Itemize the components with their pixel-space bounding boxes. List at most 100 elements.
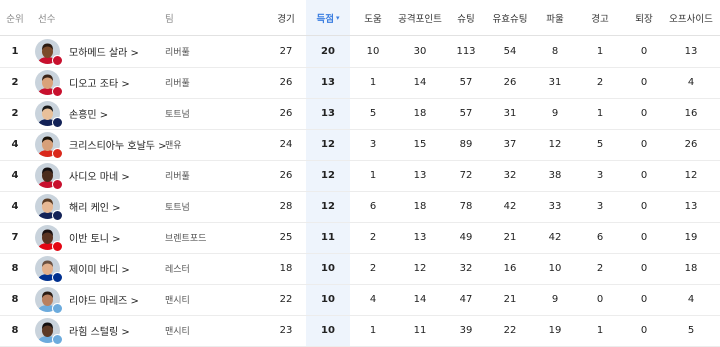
shots-cell: 39: [459, 325, 473, 336]
header-rank[interactable]: 순위: [0, 1, 30, 35]
shots-cell: 78: [459, 201, 473, 212]
player-name-link[interactable]: 손흥민 >: [69, 98, 164, 129]
shots-cell: 32: [459, 263, 473, 274]
team-cell: 토트넘: [165, 203, 190, 213]
yellow-cell: 6: [596, 232, 604, 243]
table-row[interactable]: 4 토트넘 28 12 6 18 78 42 33 3 0 13 해리 케인 >: [0, 191, 720, 223]
offside-cell: 26: [684, 139, 698, 150]
on-target-cell: 26: [503, 77, 517, 88]
goals-cell: 10: [321, 263, 335, 274]
assists-cell: 2: [369, 232, 377, 243]
header-points[interactable]: 공격포인트: [391, 1, 449, 35]
fouls-cell: 42: [548, 232, 562, 243]
goals-cell: 10: [321, 294, 335, 305]
on-target-cell: 16: [503, 263, 517, 274]
fouls-cell: 33: [548, 201, 562, 212]
assists-cell: 6: [369, 201, 377, 212]
team-cell: 리버풀: [165, 79, 190, 89]
player-name-link[interactable]: 디오고 조타 >: [69, 67, 164, 98]
goals-cell: 13: [321, 108, 335, 119]
shots-cell: 72: [459, 170, 473, 181]
player-name-link[interactable]: 리야드 마레즈 >: [69, 284, 164, 315]
header-shots[interactable]: 슈팅: [449, 1, 483, 35]
points-cell: 14: [413, 294, 427, 305]
fouls-cell: 19: [548, 325, 562, 336]
points-cell: 18: [413, 108, 427, 119]
table-row[interactable]: 1 리버풀 27 20 10 30 113 54 8 1 0 13 모하메드 살라 >: [0, 36, 720, 68]
table-row[interactable]: 8 맨시티 22 10 4 14 47 21 9 0 0 4 리야드 마레즈 >: [0, 284, 720, 316]
fouls-cell: 9: [551, 294, 559, 305]
player-name-link[interactable]: 사디오 마네 >: [69, 160, 164, 191]
team-cell: 맨시티: [165, 327, 190, 337]
games-cell: 25: [279, 232, 293, 243]
on-target-cell: 37: [503, 139, 517, 150]
red-cell: 0: [640, 108, 648, 119]
games-cell: 26: [279, 170, 293, 181]
header-team[interactable]: 팀: [165, 1, 205, 35]
rank-cell: 8: [11, 325, 19, 336]
player-name-link[interactable]: 크리스티아누 호날두 >: [69, 129, 167, 160]
offside-cell: 18: [684, 263, 698, 274]
table-row[interactable]: 7 브렌트포드 25 11 2 13 49 21 42 6 0 19 이반 토니 >: [0, 222, 720, 254]
fouls-cell: 12: [548, 139, 562, 150]
goals-cell: 12: [321, 139, 335, 150]
assists-cell: 10: [366, 46, 380, 57]
games-cell: 27: [279, 46, 293, 57]
games-cell: 18: [279, 263, 293, 274]
club-badge-icon: [52, 179, 63, 190]
player-name-link[interactable]: 이반 토니 >: [69, 222, 164, 253]
offside-cell: 16: [684, 108, 698, 119]
table-row[interactable]: 2 리버풀 26 13 1 14 57 26 31 2 0 4 디오고 조타 >: [0, 67, 720, 99]
header-fouls[interactable]: 파울: [537, 1, 573, 35]
rank-cell: 2: [11, 108, 19, 119]
club-badge-icon: [52, 86, 63, 97]
club-badge-icon: [52, 210, 63, 221]
points-cell: 30: [413, 46, 427, 57]
points-cell: 13: [413, 232, 427, 243]
on-target-cell: 21: [503, 232, 517, 243]
table-row[interactable]: 8 레스터 18 10 2 12 32 16 10 2 0 18 제이미 바디 >: [0, 253, 720, 285]
player-name-link[interactable]: 모하메드 살라 >: [69, 36, 164, 67]
on-target-cell: 42: [503, 201, 517, 212]
points-cell: 11: [413, 325, 427, 336]
assists-cell: 1: [369, 77, 377, 88]
header-on-target[interactable]: 유효슈팅: [483, 1, 537, 35]
header-offside[interactable]: 오프사이드: [666, 1, 716, 35]
points-cell: 12: [413, 263, 427, 274]
yellow-cell: 0: [596, 294, 604, 305]
red-cell: 0: [640, 139, 648, 150]
on-target-cell: 54: [503, 46, 517, 57]
club-badge-icon: [52, 303, 63, 314]
red-cell: 0: [640, 232, 648, 243]
fouls-cell: 9: [551, 108, 559, 119]
club-badge-icon: [52, 148, 63, 159]
player-name-link[interactable]: 제이미 바디 >: [69, 253, 164, 284]
header-red[interactable]: 퇴장: [622, 1, 666, 35]
table-row[interactable]: 4 맨유 24 12 3 15 89 37 12 5 0 26 크리스티아누 호날두 >: [0, 129, 720, 161]
rank-cell: 8: [11, 294, 19, 305]
goals-cell: 10: [321, 325, 335, 336]
header-games[interactable]: 경기: [266, 1, 306, 35]
offside-cell: 13: [684, 201, 698, 212]
rank-cell: 4: [11, 201, 19, 212]
assists-cell: 3: [369, 139, 377, 150]
header-goals[interactable]: 득점 ▾: [306, 1, 350, 35]
header-assists[interactable]: 도움: [355, 1, 391, 35]
team-cell: 토트넘: [165, 110, 190, 120]
red-cell: 0: [640, 263, 648, 274]
table-row[interactable]: 4 리버풀 26 12 1 13 72 32 38 3 0 12 사디오 마네 >: [0, 160, 720, 192]
player-name-link[interactable]: 해리 케인 >: [69, 191, 164, 222]
table-row[interactable]: 2 토트넘 26 13 5 18 57 31 9 1 0 16 손흥민 >: [0, 98, 720, 130]
points-cell: 18: [413, 201, 427, 212]
offside-cell: 19: [684, 232, 698, 243]
player-name-link[interactable]: 라힘 스털링 >: [69, 315, 164, 346]
team-cell: 브렌트포드: [165, 234, 207, 244]
header-yellow[interactable]: 경고: [578, 1, 622, 35]
goals-cell: 20: [321, 46, 335, 57]
header-player[interactable]: 선수: [38, 1, 98, 35]
on-target-cell: 22: [503, 325, 517, 336]
club-badge-icon: [52, 272, 63, 283]
table-row[interactable]: 8 맨시티 23 10 1 11 39 22 19 1 0 5 라힘 스털링 >: [0, 315, 720, 347]
rank-cell: 2: [11, 77, 19, 88]
yellow-cell: 2: [596, 263, 604, 274]
